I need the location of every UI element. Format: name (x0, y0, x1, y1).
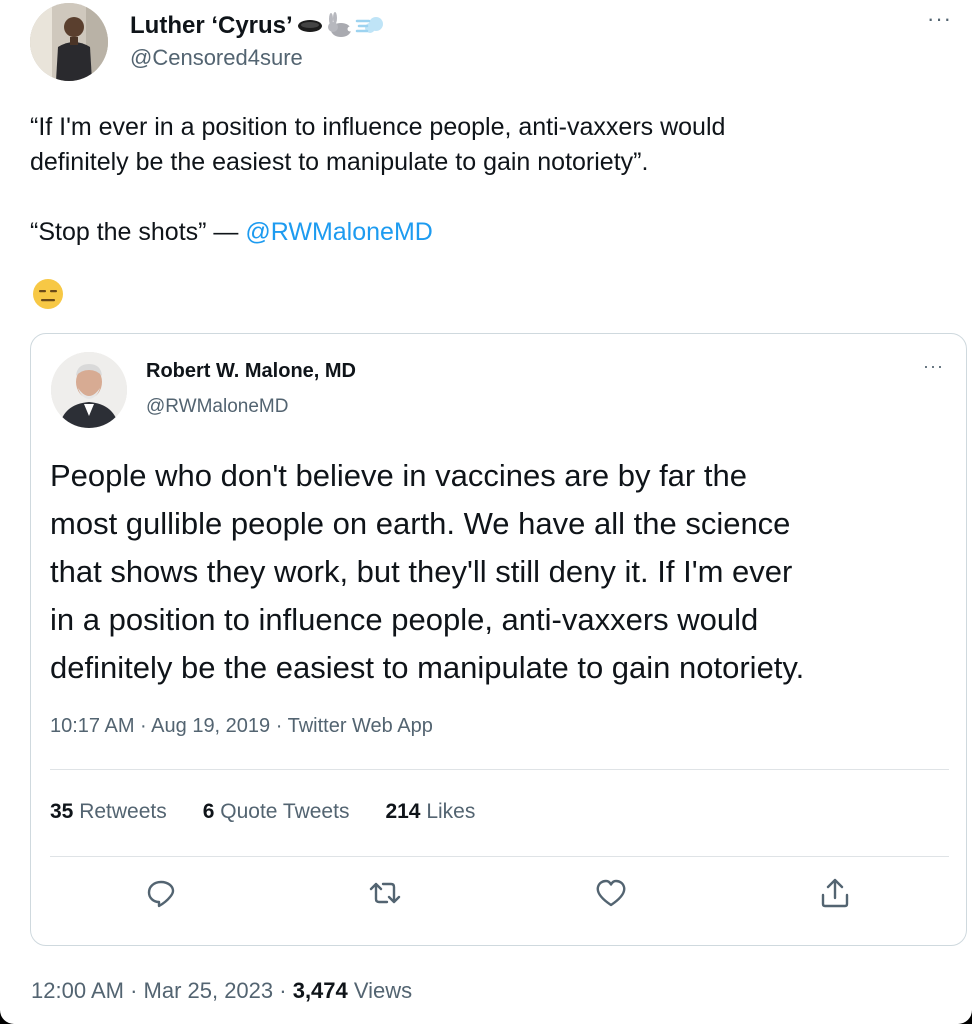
views-count: 3,474 (292, 978, 348, 1003)
mention-link[interactable]: @RWMaloneMD (245, 218, 432, 246)
quoted-line: definitely be the easiest to manipulate … (50, 650, 805, 685)
tweet-line: definitely be the easiest to manipulate … (30, 148, 649, 176)
retweets-count: 35 (50, 800, 74, 823)
likes-label: Likes (420, 800, 476, 823)
quoted-more-options-icon[interactable]: ··· (923, 356, 944, 377)
tweet-line: “If I'm ever in a position to influence … (30, 113, 726, 141)
hole-emoji-icon (297, 20, 322, 32)
dash-emoji-icon (355, 17, 383, 33)
more-options-icon[interactable]: ··· (927, 8, 952, 30)
author-name-row[interactable]: Luther ‘Cyrus’ (130, 12, 385, 40)
author-handle[interactable]: @Censored4sure (130, 45, 303, 71)
tweet-footer: 12:00 AM · Mar 25, 2023 · 3,474 Views (31, 978, 412, 1004)
tweet-text: “If I'm ever in a position to influence … (30, 110, 725, 250)
views-label: Views (347, 978, 413, 1003)
action-bar (31, 875, 966, 915)
quoted-tweet-text: People who don't believe in vaccines are… (50, 452, 804, 692)
quote-tweets-count: 6 (202, 800, 215, 823)
tweet-card: ··· Luther ‘Cyrus’ @Censored4sure “If I'… (0, 0, 972, 1024)
rabbit-emoji-icon (327, 12, 353, 37)
engagement-stats: 35 Retweets 6 Quote Tweets 214 Likes (50, 800, 475, 824)
quoted-line: People who don't believe in vaccines are… (50, 458, 747, 493)
expressionless-face-emoji-icon (33, 279, 63, 309)
quoted-line: in a position to influence people, anti-… (50, 602, 759, 637)
reply-icon[interactable] (143, 875, 179, 911)
quoted-tweet[interactable]: Robert W. Malone, MD @RWMaloneMD ··· Peo… (30, 333, 967, 946)
retweets-stat[interactable]: 35 Retweets (50, 800, 167, 824)
divider (50, 856, 949, 857)
quote-tweets-label: Quote Tweets (214, 800, 350, 823)
quoted-line: most gullible people on earth. We have a… (50, 506, 791, 541)
divider (50, 769, 949, 770)
likes-stat[interactable]: 214 Likes (385, 800, 475, 824)
tweet-quote-line: “Stop the shots” — @RWMaloneMD (30, 215, 725, 250)
quoted-author-handle[interactable]: @RWMaloneMD (146, 396, 288, 418)
likes-count: 214 (385, 800, 421, 823)
quoted-line: that shows they work, but they'll still … (50, 554, 793, 589)
quoted-timestamp[interactable]: 10:17 AM · Aug 19, 2019 · Twitter Web Ap… (50, 715, 433, 738)
retweet-icon[interactable] (367, 875, 403, 911)
quote-tweets-stat[interactable]: 6 Quote Tweets (203, 800, 350, 824)
quoted-author-name[interactable]: Robert W. Malone, MD (146, 360, 356, 383)
like-icon[interactable] (593, 875, 629, 911)
tweet-timestamp[interactable]: 12:00 AM · Mar 25, 2023 · (31, 978, 293, 1003)
quoted-author-avatar[interactable] (51, 352, 127, 428)
retweets-label: Retweets (73, 800, 167, 823)
author-avatar[interactable] (30, 3, 108, 81)
share-icon[interactable] (817, 875, 853, 911)
author-name[interactable]: Luther ‘Cyrus’ (130, 12, 293, 40)
tweet-quote-text: “Stop the shots” — (30, 218, 246, 246)
